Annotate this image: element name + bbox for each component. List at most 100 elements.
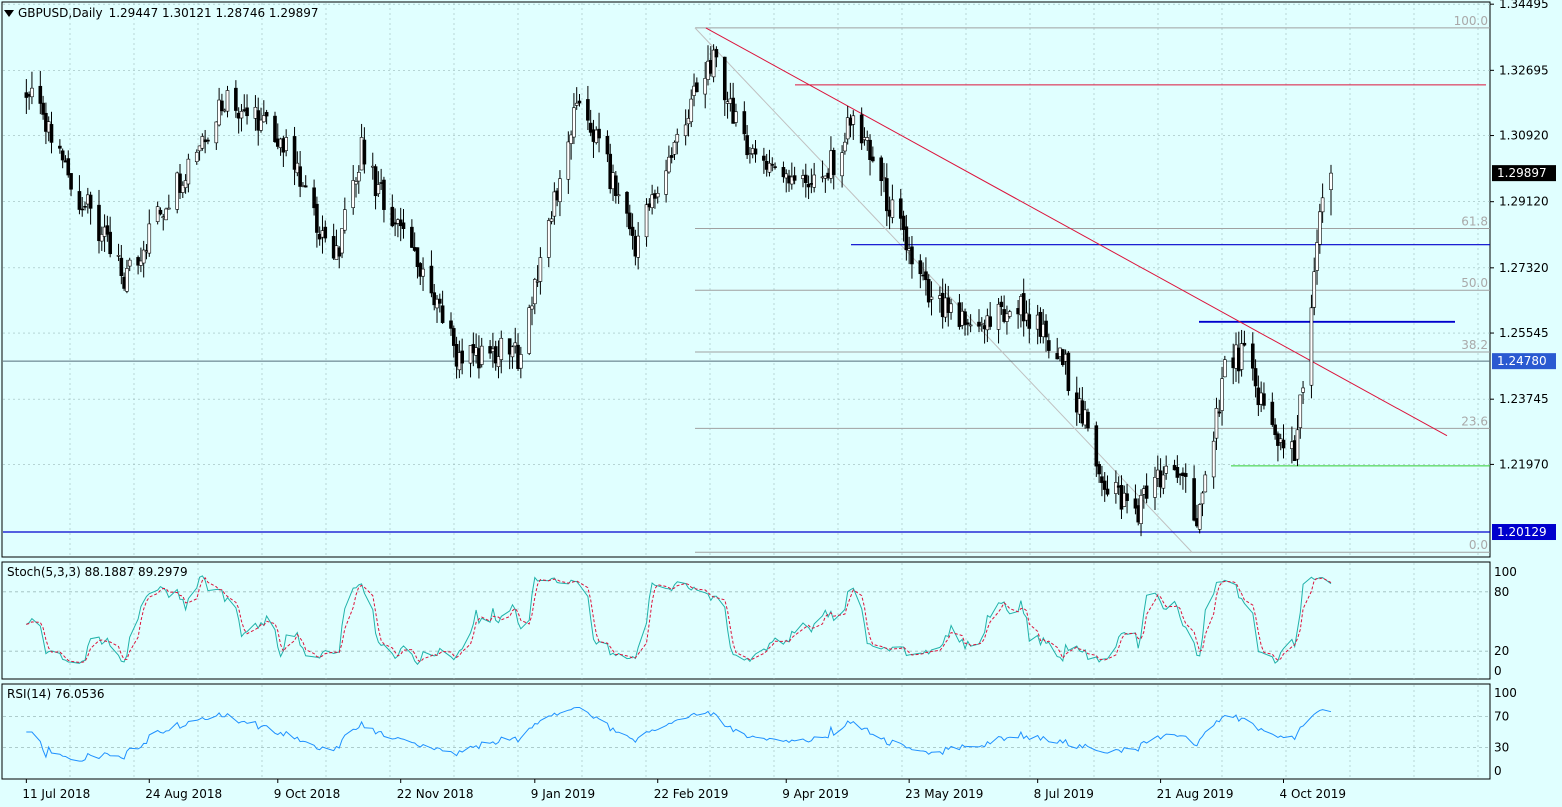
candle-bull: [127, 259, 132, 267]
candle-bear: [1217, 411, 1222, 414]
candle-bear: [429, 265, 434, 294]
price-tick-label: 1.32695: [1499, 63, 1549, 77]
candle-bear: [323, 226, 328, 239]
rsi-title: RSI(14) 76.0536: [7, 687, 105, 701]
rsi-tick-label: 0: [1494, 764, 1502, 778]
candle-bear: [1066, 352, 1071, 392]
date-tick-label: 9 Jan 2019: [531, 787, 595, 801]
candle-bull: [510, 346, 515, 358]
candle-bull: [116, 255, 121, 257]
candle-bull: [574, 102, 579, 106]
candle-bull: [356, 172, 361, 182]
date-tick-label: 23 May 2019: [905, 787, 983, 801]
candle-bull: [164, 208, 168, 221]
chart-svg: 100.0 61.8 50.0 38.2 23.6 0.0 100 80 20 0 100 70 30…: [1, 0, 1556, 801]
candle-bull: [479, 345, 484, 365]
candle-bear: [234, 87, 238, 111]
candle-bull: [1223, 359, 1227, 378]
candle-bull: [284, 137, 288, 151]
candle-bear: [1105, 488, 1110, 495]
date-tick-label: 22 Feb 2019: [654, 787, 729, 801]
candle-bear: [273, 115, 277, 143]
rsi-tick-label: 30: [1494, 741, 1509, 755]
candle-bull: [566, 141, 571, 180]
candle-bear: [58, 145, 62, 149]
candle-bull: [851, 115, 856, 125]
candle-bear: [924, 271, 928, 281]
candle-bull: [644, 204, 649, 238]
candle-bear: [742, 111, 747, 135]
candle-bull: [1220, 378, 1224, 411]
candle-bull: [1197, 504, 1202, 530]
candle-bull: [840, 152, 844, 177]
candle-bear: [60, 150, 65, 161]
candle-bull: [655, 193, 660, 198]
stoch-tick-label: 80: [1494, 585, 1509, 599]
candle-bear: [49, 124, 54, 143]
candle-bear: [630, 226, 635, 236]
candle-bull: [689, 98, 694, 123]
candle-bear: [871, 156, 875, 162]
candle-bull: [968, 324, 973, 327]
candle-bull: [200, 136, 205, 149]
candle-bear: [1094, 425, 1099, 467]
candle-bull: [519, 354, 523, 369]
candle-bull: [538, 257, 543, 282]
candle-bear: [1281, 439, 1286, 449]
candle-bear: [440, 305, 445, 323]
candle-bear: [904, 226, 909, 251]
candle-bear: [966, 322, 970, 325]
candle-bear: [792, 175, 797, 181]
candle-bear: [206, 139, 210, 142]
candle-bull: [530, 305, 534, 310]
candle-bull: [843, 141, 847, 152]
price-tick-label: 1.27320: [1499, 261, 1549, 275]
candle-bear: [714, 49, 719, 58]
candle-bear: [69, 173, 73, 190]
candle-bull: [546, 220, 551, 258]
candle-bear: [753, 148, 758, 155]
candle-bear: [119, 257, 124, 276]
candle-bear: [298, 166, 302, 187]
candle-bear: [438, 298, 442, 304]
candle-bull: [1114, 482, 1118, 494]
candle-bear: [88, 194, 93, 209]
candle-bear: [1262, 393, 1266, 406]
candle-bull: [1309, 307, 1314, 386]
price-tick-label: 1.25545: [1499, 326, 1549, 340]
candle-bear: [460, 350, 464, 364]
candle-bull: [239, 111, 244, 119]
candle-bull: [636, 235, 640, 258]
candle-bear: [41, 102, 45, 115]
level-tag-upper: 1.24780: [1497, 354, 1547, 368]
date-tick-label: 9 Oct 2018: [274, 787, 341, 801]
fib-level-label: 61.8: [1461, 215, 1488, 229]
candle-bear: [1047, 340, 1051, 351]
candle-bull: [1211, 440, 1216, 478]
date-tick-label: 24 Aug 2018: [145, 787, 222, 801]
candle-bull: [499, 337, 504, 360]
chart-header: GBPUSD,Daily 1.29447 1.30121 1.28746 1.29…: [0, 6, 319, 20]
candle-bear: [770, 164, 775, 166]
date-tick-label: 9 Apr 2019: [782, 787, 849, 801]
candle-bull: [351, 180, 356, 208]
candle-bull: [675, 134, 680, 143]
candle-bull: [194, 151, 199, 162]
candle-bear: [108, 231, 112, 255]
candle-bear: [220, 100, 224, 112]
candle-bear: [158, 209, 163, 215]
candle-bull: [616, 194, 621, 197]
candle-bull: [979, 322, 984, 325]
price-tick-label: 1.23745: [1499, 392, 1549, 406]
candle-bull: [572, 107, 576, 138]
candle-bull: [527, 307, 532, 354]
candle-bear: [577, 100, 582, 104]
dropdown-arrow-icon[interactable]: [4, 9, 14, 17]
price-tick-label: 1.34495: [1499, 0, 1549, 11]
candle-bull: [890, 199, 895, 218]
candle-bull: [1239, 343, 1244, 370]
candle-bull: [1203, 474, 1208, 493]
candle-bear: [1242, 342, 1247, 346]
stoch-panel-frame: [1, 561, 1491, 680]
candle-bear: [910, 246, 914, 265]
